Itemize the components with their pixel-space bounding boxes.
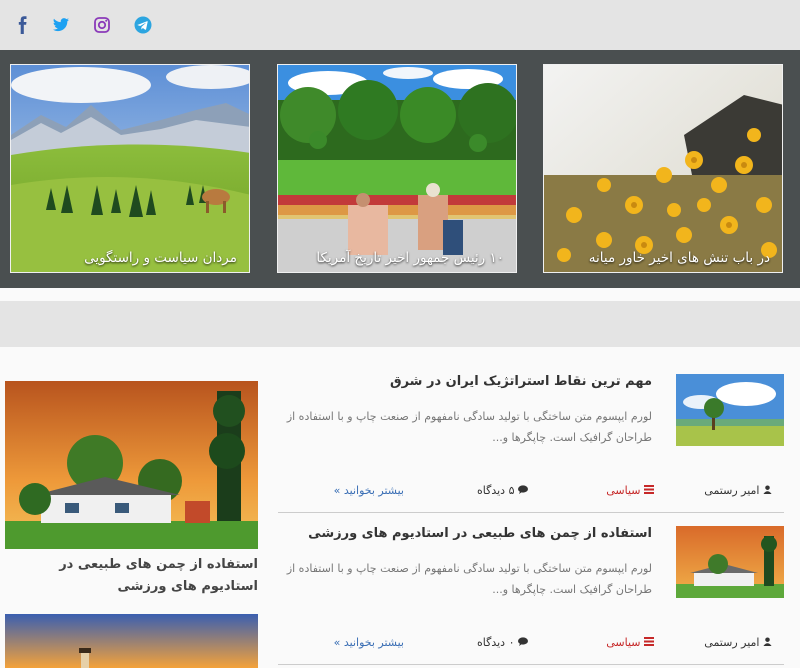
twitter-icon[interactable] <box>52 16 70 34</box>
comments-count: ۵ دیدگاه <box>476 484 515 497</box>
read-more-link[interactable]: بیشتر بخوانید » <box>334 484 404 497</box>
slide-image <box>11 65 249 272</box>
article-meta: امیر رستمی سیاسی ۰ دیدگاه بیشتر بخوانید … <box>278 636 784 654</box>
article-card: مهم ترین نقاط استراتژیک ایران در شرق لور… <box>278 374 784 502</box>
article-category[interactable]: سیاسی <box>606 636 654 649</box>
comments-count: ۰ دیدگاه <box>476 636 515 649</box>
read-more-link[interactable]: بیشتر بخوانید » <box>334 636 404 649</box>
slide-us-presidents[interactable]: ۱۰ رئیس جمهور اخیر تاریخ آمریکا <box>277 64 517 273</box>
thumbnail-image <box>676 526 784 598</box>
comment-icon <box>518 637 528 646</box>
article-meta: امیر رستمی سیاسی ۵ دیدگاه بیشتر بخوانید … <box>278 484 784 502</box>
slide-caption[interactable]: در باب تنش های اخیر خاور میانه <box>552 250 770 266</box>
slide-politics-honesty[interactable]: مردان سیاست و راستگویی <box>10 64 250 273</box>
featured-image-art <box>5 614 258 668</box>
article-author[interactable]: امیر رستمی <box>704 484 772 497</box>
article-excerpt: لورم ایپسوم متن ساختگی با تولید سادگی نا… <box>286 562 652 596</box>
article-thumbnail[interactable] <box>676 526 784 598</box>
featured-image[interactable] <box>5 381 258 549</box>
featured-title[interactable]: استفاده از چمن های طبیعی در استادیوم های… <box>5 554 258 598</box>
slide-image <box>544 65 782 272</box>
list-icon <box>644 485 654 494</box>
category-label: سیاسی <box>606 636 641 649</box>
social-bar <box>0 0 800 50</box>
user-icon <box>763 637 772 646</box>
author-name: امیر رستمی <box>704 484 760 497</box>
article-author[interactable]: امیر رستمی <box>704 636 772 649</box>
category-label: سیاسی <box>606 484 641 497</box>
list-icon <box>644 637 654 646</box>
facebook-icon[interactable] <box>14 16 32 34</box>
author-name: امیر رستمی <box>704 636 760 649</box>
article-title[interactable]: مهم ترین نقاط استراتژیک ایران در شرق <box>282 374 652 389</box>
article-card: استفاده از چمن های طبیعی در استادیوم های… <box>278 526 784 654</box>
article-category[interactable]: سیاسی <box>606 484 654 497</box>
article-excerpt: لورم ایپسوم متن ساختگی با تولید سادگی نا… <box>286 410 652 444</box>
featured-slider: مردان سیاست و راستگویی ۱۰ رئیس جمهور اخی… <box>0 50 800 288</box>
article-divider <box>278 664 784 665</box>
slide-caption[interactable]: مردان سیاست و راستگویی <box>19 250 237 266</box>
user-icon <box>763 485 772 494</box>
article-comments: ۰ دیدگاه <box>477 636 528 649</box>
article-title[interactable]: استفاده از چمن های طبیعی در استادیوم های… <box>282 526 652 541</box>
article-thumbnail[interactable] <box>676 374 784 446</box>
comment-icon <box>518 485 528 494</box>
article-comments: ۵ دیدگاه <box>477 484 528 497</box>
telegram-icon[interactable] <box>134 16 152 34</box>
instagram-icon[interactable] <box>93 16 111 34</box>
slide-caption[interactable]: ۱۰ رئیس جمهور اخیر تاریخ آمریکا <box>286 250 504 266</box>
section-header-band <box>0 301 800 347</box>
featured-image-art <box>5 381 258 549</box>
thumbnail-image <box>676 374 784 446</box>
slide-middle-east[interactable]: در باب تنش های اخیر خاور میانه <box>543 64 783 273</box>
article-divider <box>278 512 784 513</box>
slide-image <box>278 65 516 272</box>
featured-image-2[interactable] <box>5 614 258 668</box>
